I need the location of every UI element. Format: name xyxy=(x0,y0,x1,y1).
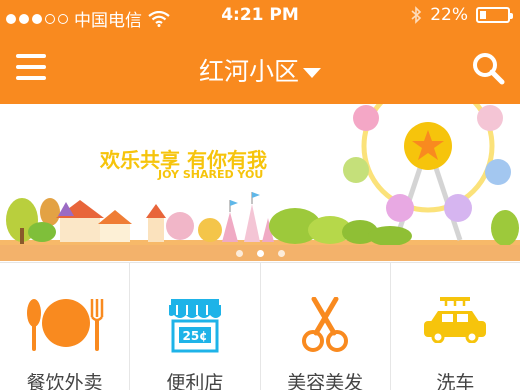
category-beauty[interactable]: 美容美发 xyxy=(261,263,391,390)
banner-pager xyxy=(0,245,520,261)
page-title: 红河小区 xyxy=(198,57,299,86)
category-label: 美容美发 xyxy=(287,372,364,390)
status-bar: 中国电信 4:21 PM 22% xyxy=(0,0,520,34)
bluetooth-icon xyxy=(411,6,422,24)
pager-dot[interactable] xyxy=(235,249,243,257)
app-header: 中国电信 4:21 PM 22% 红河小区 xyxy=(0,0,520,104)
car-wash-icon xyxy=(424,297,487,343)
dining-icon xyxy=(26,299,103,351)
category-carwash[interactable]: 洗车 xyxy=(391,263,520,390)
scissors-icon xyxy=(302,297,349,352)
category-label: 便利店 xyxy=(166,372,224,390)
svg-text:25¢: 25¢ xyxy=(182,329,207,343)
status-right: 22% xyxy=(410,5,513,25)
category-label: 洗车 xyxy=(436,372,475,390)
banner-illustration xyxy=(0,104,520,260)
pager-dot[interactable] xyxy=(277,249,285,257)
promo-banner[interactable]: 欢乐共享 有你有我 JOY SHARED YOU xyxy=(0,104,520,260)
nav-bar: 红河小区 xyxy=(0,40,520,100)
category-grid: 餐饮外卖 25¢ 便利店 美容美发 洗车 xyxy=(0,262,520,390)
community-selector[interactable]: 红河小区 xyxy=(0,52,520,88)
category-dining[interactable]: 餐饮外卖 xyxy=(0,263,131,390)
banner-subline: JOY SHARED YOU xyxy=(158,168,264,181)
battery-level xyxy=(480,11,486,19)
store-icon: 25¢ xyxy=(168,299,221,353)
pager-dot-active[interactable] xyxy=(256,249,264,257)
search-icon[interactable] xyxy=(470,50,506,86)
chevron-down-icon xyxy=(303,68,321,78)
category-store[interactable]: 25¢ 便利店 xyxy=(130,263,261,390)
battery-percent: 22% xyxy=(430,5,468,25)
category-label: 餐饮外卖 xyxy=(26,372,103,390)
battery-icon xyxy=(476,7,513,23)
